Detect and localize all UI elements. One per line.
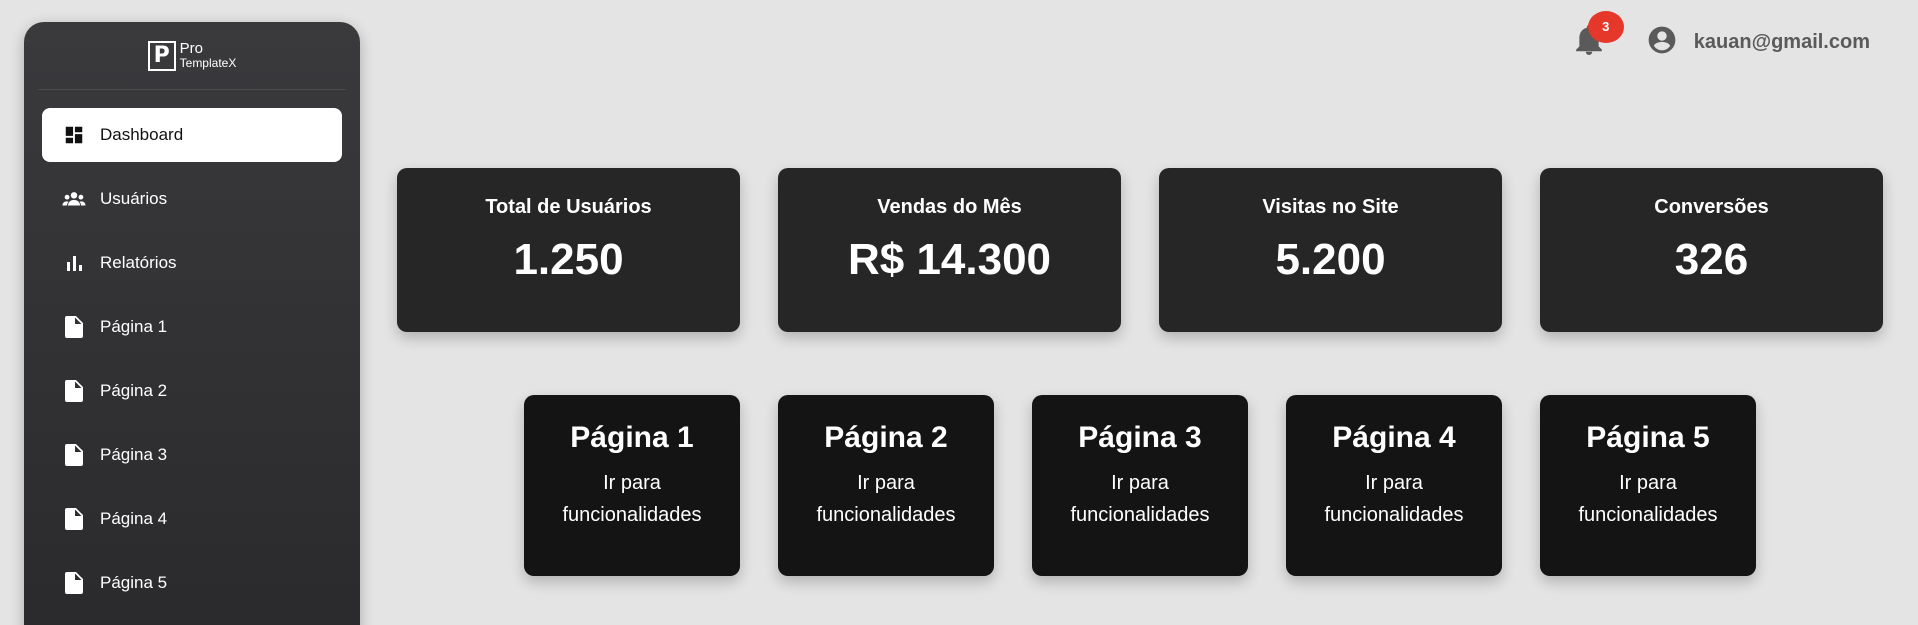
sidebar-item-label: Página 3 (100, 445, 168, 464)
page-card-5[interactable]: Página 5 Ir para funcionalidades (1540, 395, 1756, 576)
document-icon (62, 315, 86, 339)
stat-title: Vendas do Mês (877, 196, 1022, 218)
page-links-row: Página 1 Ir para funcionalidades Página … (524, 395, 1756, 576)
logo-mark: P (147, 40, 176, 71)
sidebar-item-label: Relatórios (100, 253, 177, 272)
page-card-subtitle: Ir para funcionalidades (816, 472, 956, 526)
sidebar-item-label: Página 5 (100, 573, 168, 592)
stat-value: R$ 14.300 (847, 235, 1052, 284)
page-card-title: Página 4 (1332, 421, 1456, 454)
stat-value: 5.200 (1275, 235, 1386, 284)
page-card-3[interactable]: Página 3 Ir para funcionalidades (1032, 395, 1248, 576)
notification-badge: 3 (1587, 10, 1624, 43)
sidebar-item-pagina-2[interactable]: Página 2 (42, 364, 342, 418)
logo-line-1: Pro (179, 40, 203, 58)
stat-value: 1.250 (513, 235, 624, 284)
stat-value: 326 (1674, 235, 1749, 284)
stat-card-conversoes: Conversões 326 (1540, 168, 1883, 332)
top-header: 3 kauan@gmail.com (1574, 10, 1870, 61)
user-menu[interactable]: kauan@gmail.com (1646, 24, 1870, 61)
stat-card-vendas-mes: Vendas do Mês R$ 14.300 (778, 168, 1121, 332)
stat-title: Conversões (1654, 196, 1769, 218)
sidebar-item-usuarios[interactable]: Usuários (42, 172, 342, 226)
page-card-2[interactable]: Página 2 Ir para funcionalidades (778, 395, 994, 576)
sidebar-item-dashboard[interactable]: Dashboard (42, 108, 342, 162)
document-icon (62, 507, 86, 531)
notifications-button[interactable]: 3 (1574, 10, 1624, 61)
page-card-title: Página 3 (1078, 421, 1202, 454)
document-icon (62, 379, 86, 403)
sidebar-item-label: Página 1 (100, 317, 168, 336)
user-email: kauan@gmail.com (1693, 31, 1870, 53)
sidebar-nav: Dashboard Usuários Relatórios Página 1 P… (24, 90, 360, 610)
page-card-title: Página 5 (1586, 421, 1710, 454)
sidebar-item-relatorios[interactable]: Relatórios (42, 236, 342, 290)
document-icon (62, 571, 86, 595)
sidebar-item-pagina-4[interactable]: Página 4 (42, 492, 342, 546)
page-card-4[interactable]: Página 4 Ir para funcionalidades (1286, 395, 1502, 576)
sidebar-item-pagina-5[interactable]: Página 5 (42, 556, 342, 610)
page-card-title: Página 1 (570, 421, 694, 454)
logo-line-2: TemplateX (179, 56, 237, 71)
users-icon (62, 187, 86, 211)
document-icon (62, 443, 86, 467)
account-circle-icon (1646, 24, 1694, 61)
page-card-subtitle: Ir para funcionalidades (1070, 472, 1210, 526)
dashboard-icon (62, 123, 86, 147)
stat-card-total-usuarios: Total de Usuários 1.250 (397, 168, 740, 332)
bar-chart-icon (62, 251, 86, 275)
stat-title: Total de Usuários (485, 196, 652, 218)
sidebar: P Pro TemplateX Dashboard Usuários Relat… (24, 22, 360, 625)
sidebar-item-pagina-3[interactable]: Página 3 (42, 428, 342, 482)
sidebar-item-pagina-1[interactable]: Página 1 (42, 300, 342, 354)
page-card-subtitle: Ir para funcionalidades (562, 472, 702, 526)
stat-card-visitas-site: Visitas no Site 5.200 (1159, 168, 1502, 332)
page-card-1[interactable]: Página 1 Ir para funcionalidades (524, 395, 740, 576)
sidebar-item-label: Página 4 (100, 509, 168, 528)
page-card-subtitle: Ir para funcionalidades (1578, 472, 1718, 526)
dashboard-app: P Pro TemplateX Dashboard Usuários Relat… (0, 0, 1918, 625)
stats-row: Total de Usuários 1.250 Vendas do Mês R$… (397, 168, 1883, 332)
stat-title: Visitas no Site (1262, 196, 1399, 218)
sidebar-item-label: Página 2 (100, 381, 168, 400)
page-card-subtitle: Ir para funcionalidades (1324, 472, 1464, 526)
logo[interactable]: P Pro TemplateX (38, 22, 346, 90)
page-card-title: Página 2 (824, 421, 948, 454)
sidebar-item-label: Dashboard (100, 125, 184, 144)
sidebar-item-label: Usuários (100, 189, 168, 208)
